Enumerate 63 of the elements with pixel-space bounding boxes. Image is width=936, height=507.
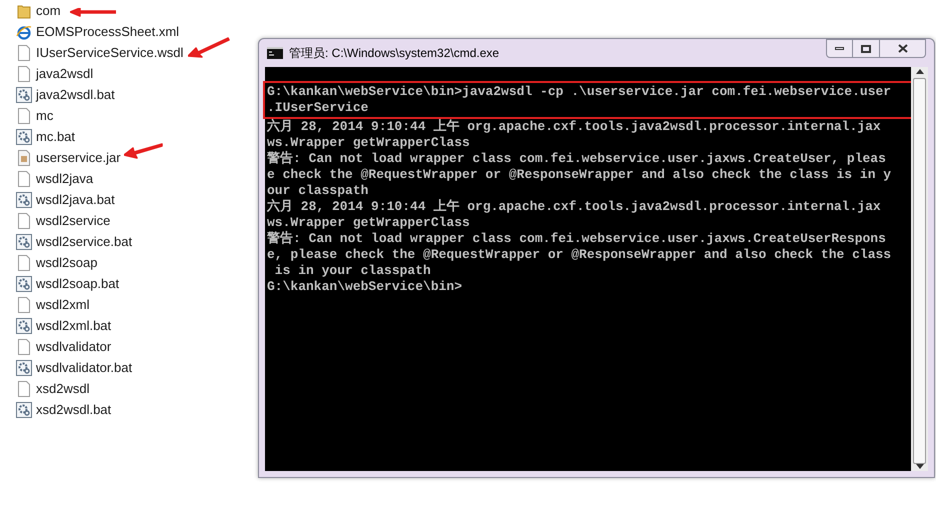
console-icon [267,47,283,59]
browser-icon [16,24,32,40]
close-button[interactable] [880,39,926,58]
gear-file-icon [16,402,32,418]
console-line: G:\kankan\webService\bin> [267,279,464,295]
file-name[interactable]: userservice.jar [36,151,121,164]
console-line: .IUserService [267,100,370,116]
file-name[interactable]: wsdlvalidator [36,340,112,353]
file-name[interactable]: java2wsdl [36,67,94,80]
file-name[interactable]: mc [36,109,54,122]
document-icon [18,44,30,60]
document-icon [18,254,30,270]
console-line: 六月 28, 2014 9:10:44 上午 org.apache.cxf.tools.java2wsdl.processor.internal.jax [267,199,882,215]
scroll-up-icon [916,69,924,74]
close-icon [898,44,908,53]
console-line: 警告: Can not load wrapper class com.fei.webservice.user.jaxws.CreateUserRespons [267,231,887,247]
file-name[interactable]: wsdl2soap [36,256,98,269]
maximize-button[interactable] [853,39,880,58]
file-name[interactable]: wsdl2java.bat [36,193,115,206]
console-line: 六月 28, 2014 9:10:44 上午 org.apache.cxf.tools.java2wsdl.processor.internal.jax [267,119,882,135]
minimize-button[interactable] [826,39,853,58]
file-name[interactable]: java2wsdl.bat [36,88,115,101]
gear-file-icon [16,128,32,144]
window-title: 管理员: C:\Windows\system32\cmd.exe [289,45,500,62]
document-icon [18,170,30,186]
console-line: e, please check the @RequestWrapper or @ResponseWrapper and also check the class [267,247,892,263]
console-line: our classpath [267,183,370,198]
document-icon [18,108,30,124]
gear-file-icon [16,360,32,376]
document-icon [18,296,30,312]
file-name[interactable]: wsdl2soap.bat [36,277,120,290]
annotation-arrow [70,8,116,18]
file-name[interactable]: wsdl2service [36,214,110,227]
file-name[interactable]: IUserServiceService.wsdl [36,46,184,59]
annotation-arrow [124,143,164,159]
document-icon [18,212,30,228]
gear-file-icon [16,234,32,250]
console-line: G:\kankan\webService\bin>java2wsdl -cp .\userservice.jar com.fei.webservice.user [267,84,892,100]
file-name[interactable]: wsdl2java [36,172,94,185]
gear-file-icon [16,192,32,208]
document-icon [18,338,30,354]
file-name[interactable]: wsdl2xml.bat [36,319,112,332]
console-line: ws.Wrapper getWrapperClass [267,135,471,150]
console-line: e check the @RequestWrapper or @ResponseWrapper and also check the class is in y [267,167,892,183]
file-name[interactable]: EOMSProcessSheet.xml [36,25,180,38]
archive-file-icon [18,150,30,166]
file-name[interactable]: xsd2wsdl.bat [36,403,112,416]
console-line: 警告: Can not load wrapper class com.fei.webservice.user.jaxws.CreateUser, pleas [267,151,887,167]
file-name[interactable]: xsd2wsdl [36,382,90,395]
gear-file-icon [16,276,32,292]
folder-icon [17,2,31,18]
console-line: ws.Wrapper getWrapperClass [267,215,471,230]
gear-file-icon [16,318,32,334]
gear-file-icon [16,86,32,102]
file-name[interactable]: com [36,4,61,17]
file-name[interactable]: wsdl2service.bat [36,235,132,248]
document-icon [18,66,30,82]
document-icon [18,380,30,396]
console-line: is in your classpath [274,263,432,279]
file-name[interactable]: wsdlvalidator.bat [36,361,132,374]
file-name[interactable]: mc.bat [36,130,76,143]
file-name[interactable]: wsdl2xml [36,298,90,311]
annotation-arrow [188,36,232,60]
